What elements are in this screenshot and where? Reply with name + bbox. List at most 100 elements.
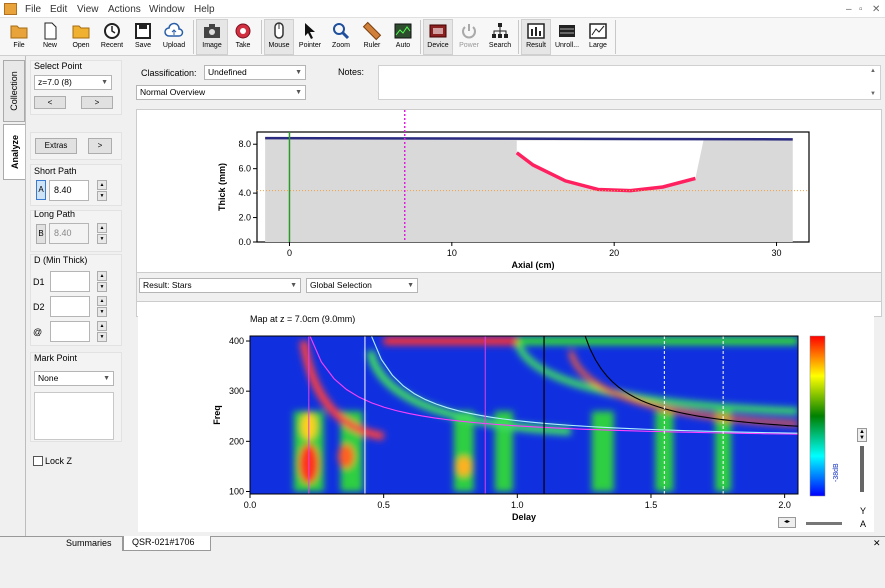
- short-path-a-button[interactable]: A: [36, 180, 46, 200]
- device-label: Device: [427, 42, 449, 49]
- unroll-button[interactable]: Unroll...: [551, 19, 583, 55]
- result-label: Result: [526, 42, 546, 49]
- chevron-down-icon: ▼: [407, 282, 414, 289]
- floppy-icon: [135, 23, 151, 39]
- spin-down-icon: ▼: [859, 435, 865, 441]
- scroll-up-icon[interactable]: ▲: [870, 68, 876, 74]
- large-view-icon: [589, 23, 607, 39]
- x-tick-label: 0.5: [377, 500, 390, 510]
- at-spinner[interactable]: ▲ ▼: [97, 321, 107, 342]
- heatmap-chart[interactable]: 0.0 0.5 1.0 1.5 2.0 100 200 300 400 Map at z = 7.…: [138, 302, 874, 532]
- image-button[interactable]: Image: [196, 19, 228, 55]
- at-input[interactable]: [50, 321, 90, 342]
- short-path-spinner[interactable]: ▲ ▼: [97, 180, 107, 201]
- prev-point-button[interactable]: <: [34, 96, 66, 109]
- menu-window[interactable]: Window: [149, 4, 185, 15]
- upload-button[interactable]: Upload: [158, 19, 190, 55]
- d1-spinner[interactable]: ▲ ▼: [97, 271, 107, 292]
- chevron-down-icon: ▼: [290, 282, 297, 289]
- file-button[interactable]: File: [3, 19, 35, 55]
- overview-dropdown[interactable]: Normal Overview ▼: [136, 85, 306, 100]
- tab-summaries[interactable]: Summaries: [48, 537, 123, 551]
- notes-textarea[interactable]: ▲ ▼: [378, 65, 881, 100]
- zoom-button[interactable]: Zoom: [325, 19, 357, 55]
- tab-collection[interactable]: Collection: [3, 60, 25, 122]
- y-tick-label: 4.0: [238, 188, 251, 198]
- zoom-label: Zoom: [332, 42, 350, 49]
- select-point-dropdown[interactable]: z=7.0 (8) ▼: [34, 75, 112, 90]
- mouse-button[interactable]: Mouse: [263, 19, 295, 55]
- toolbar-separator: [518, 20, 519, 54]
- menu-edit[interactable]: Edit: [50, 4, 67, 15]
- heatmap-hotspot: [338, 444, 355, 469]
- device-button[interactable]: Device: [422, 19, 454, 55]
- power-icon: [462, 24, 476, 39]
- large-button[interactable]: Large: [582, 19, 614, 55]
- spin-up-icon: ▲: [97, 223, 107, 233]
- tab-file-label: QSR-021#1706: [132, 537, 195, 547]
- d2-input[interactable]: [50, 296, 90, 317]
- result-button[interactable]: Result: [520, 19, 552, 55]
- open-button[interactable]: Open: [65, 19, 97, 55]
- select-point-label: Select Point: [34, 61, 83, 71]
- at-label: @: [33, 327, 43, 337]
- menu-help[interactable]: Help: [194, 4, 215, 15]
- lock-z-checkbox[interactable]: [33, 456, 43, 466]
- save-button[interactable]: Save: [127, 19, 159, 55]
- mark-point-dropdown[interactable]: None ▼: [34, 371, 114, 386]
- spin-down-icon: ▼: [97, 282, 107, 292]
- horizontal-scroll-control[interactable]: ◂▸: [778, 517, 796, 528]
- menu-actions[interactable]: Actions: [108, 4, 141, 15]
- x-axis-label: Delay: [512, 512, 536, 522]
- mark-point-list[interactable]: [34, 392, 114, 440]
- extras-button[interactable]: Extras: [35, 138, 77, 154]
- vertical-slider[interactable]: [860, 446, 864, 492]
- mark-point-value: None: [38, 373, 59, 383]
- ruler-button[interactable]: Ruler: [356, 19, 388, 55]
- long-path-b-button[interactable]: B: [36, 224, 46, 244]
- scroll-updown-control[interactable]: ▲ ▼: [857, 428, 867, 442]
- result-dropdown[interactable]: Result: Stars ▼: [139, 278, 301, 293]
- ruler-label: Ruler: [363, 42, 381, 49]
- tab-analyze[interactable]: Analyze: [3, 124, 25, 180]
- long-path-spinner[interactable]: ▲ ▼: [97, 223, 107, 244]
- tab-summaries-label: Summaries: [66, 538, 112, 548]
- next-point-button[interactable]: >: [81, 96, 113, 109]
- min-thick-label: D (Min Thick): [34, 255, 88, 265]
- horizontal-slider[interactable]: [806, 522, 842, 525]
- take-button[interactable]: Take: [227, 19, 259, 55]
- side-tabs: Collection Analyze: [0, 56, 26, 536]
- y-axis-toggle[interactable]: Y: [860, 506, 866, 516]
- menu-file[interactable]: File: [25, 4, 41, 15]
- y-tick-label: 8.0: [238, 139, 251, 149]
- pointer-button[interactable]: Pointer: [294, 19, 326, 55]
- x-tick-label: 1.5: [645, 500, 658, 510]
- d1-input[interactable]: [50, 271, 90, 292]
- a-axis-toggle[interactable]: A: [860, 519, 866, 529]
- menu-view[interactable]: View: [77, 4, 99, 15]
- close-tab-button[interactable]: ✕: [873, 538, 881, 549]
- close-window-button[interactable]: ✕: [872, 4, 880, 15]
- chevron-down-icon: ▼: [295, 69, 302, 76]
- minimize-button[interactable]: –: [846, 4, 852, 15]
- auto-button[interactable]: Auto: [387, 19, 419, 55]
- x-tick-label: 0: [287, 248, 292, 258]
- restore-button[interactable]: ▫: [859, 4, 863, 15]
- classification-dropdown[interactable]: Undefined ▼: [204, 65, 306, 80]
- d2-spinner[interactable]: ▲ ▼: [97, 296, 107, 317]
- extras-arrow-button[interactable]: >: [88, 138, 112, 154]
- scroll-down-icon[interactable]: ▼: [870, 91, 876, 97]
- x-tick-label: 30: [772, 248, 782, 258]
- save-label: Save: [135, 42, 151, 49]
- search-button[interactable]: Search: [484, 19, 516, 55]
- new-button[interactable]: New: [34, 19, 66, 55]
- power-button[interactable]: Power: [453, 19, 485, 55]
- camera-icon: [204, 24, 220, 38]
- new-label: New: [42, 42, 57, 49]
- selection-dropdown[interactable]: Global Selection ▼: [306, 278, 418, 293]
- short-path-input[interactable]: 8.40: [49, 180, 89, 201]
- tab-file[interactable]: QSR-021#1706: [123, 536, 211, 551]
- long-path-input[interactable]: 8.40: [49, 223, 89, 244]
- x-tick-label: 2.0: [778, 500, 791, 510]
- recent-button[interactable]: Recent: [96, 19, 128, 55]
